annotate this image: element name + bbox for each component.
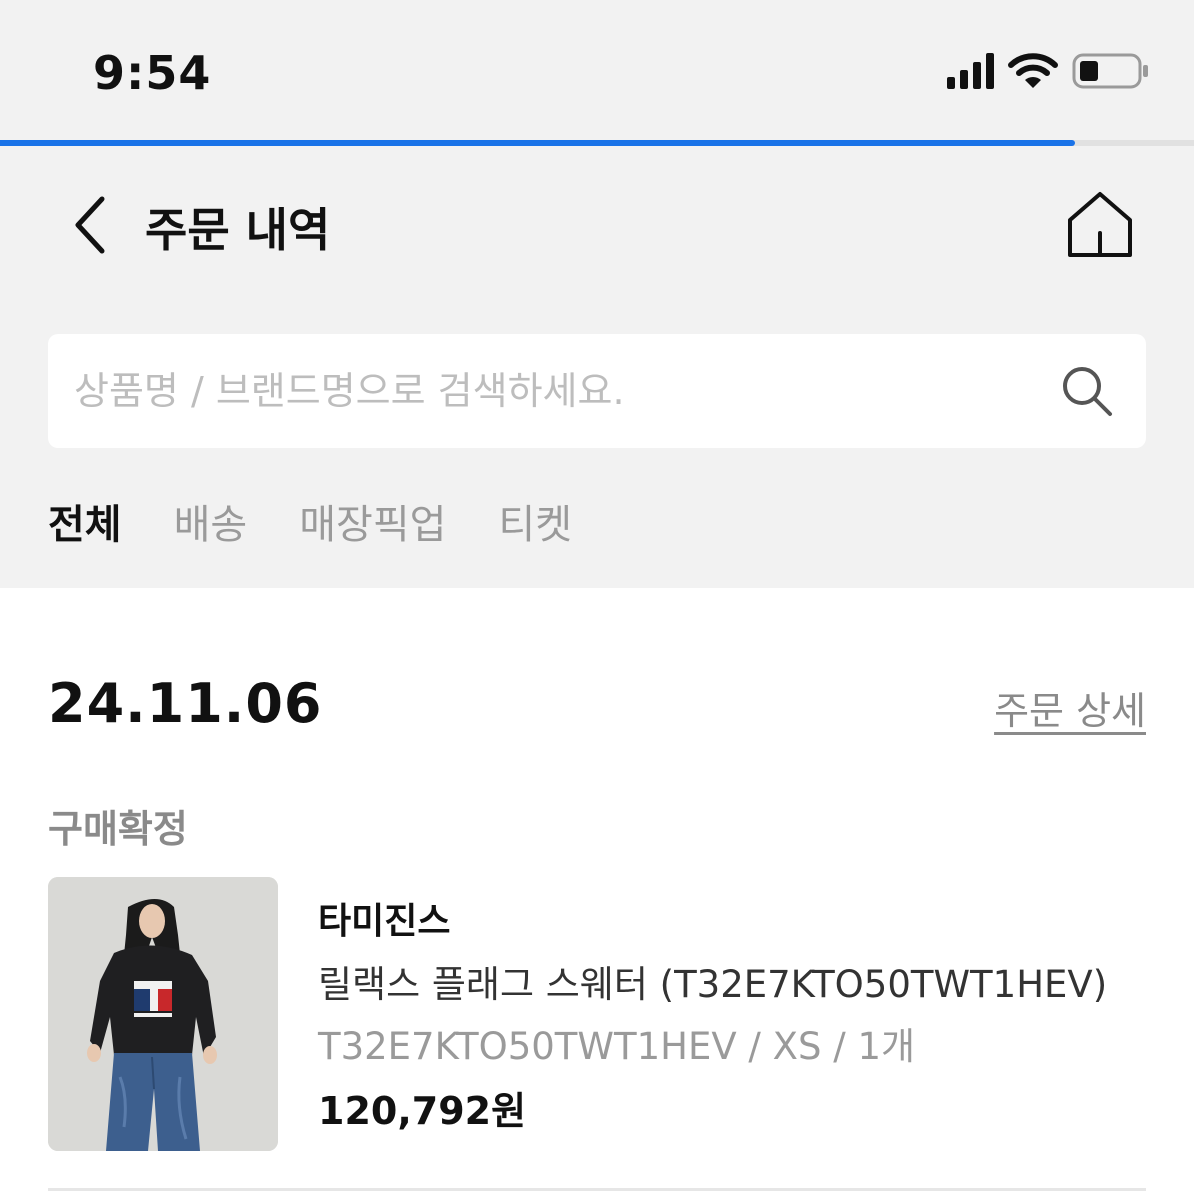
- loading-progress-bar: [0, 140, 1194, 146]
- page-header: 주문 내역: [0, 160, 1194, 290]
- battery-icon: [1072, 53, 1148, 89]
- tab-delivery[interactable]: 배송: [174, 492, 248, 550]
- status-time: 9:54: [93, 46, 212, 100]
- status-icons: [947, 52, 1150, 90]
- loading-progress-fill: [0, 140, 1075, 146]
- order-filter-tabs: 전체 배송 매장픽업 티켓: [48, 492, 572, 550]
- product-brand: 타미진스: [318, 901, 451, 942]
- order-detail-link[interactable]: 주문 상세: [994, 680, 1146, 735]
- product-image[interactable]: [48, 877, 278, 1151]
- tab-all[interactable]: 전체: [48, 492, 122, 550]
- product-option: T32E7KTO50TWT1HEV / XS / 1개: [318, 1025, 916, 1068]
- order-status: 구매확정: [48, 807, 188, 851]
- cellular-signal-icon: [947, 53, 994, 89]
- product-info[interactable]: 타미진스 릴랙스 플래그 스웨터 (T32E7KTO50TWT1HEV) T32…: [318, 892, 1158, 1135]
- search-bar: [48, 334, 1146, 448]
- tab-ticket[interactable]: 티켓: [498, 492, 572, 550]
- tab-store-pickup[interactable]: 매장픽업: [299, 492, 446, 550]
- product-photo-illustration: [48, 877, 278, 1151]
- page-title: 주문 내역: [145, 203, 331, 257]
- product-name: 릴랙스 플래그 스웨터 (T32E7KTO50TWT1HEV): [318, 963, 1108, 1006]
- search-icon: [1063, 367, 1112, 416]
- order-date: 24.11.06: [48, 672, 323, 735]
- search-input[interactable]: [74, 334, 1034, 448]
- chevron-left-icon: [75, 196, 105, 254]
- divider: [48, 1188, 1146, 1191]
- wifi-icon: [1008, 53, 1058, 88]
- back-button[interactable]: [60, 190, 120, 260]
- home-icon: [1068, 192, 1132, 257]
- search-button[interactable]: [1056, 360, 1118, 422]
- status-bar: 9:54: [0, 0, 1194, 140]
- home-button[interactable]: [1060, 184, 1140, 264]
- product-price: 120,792원: [318, 1089, 527, 1133]
